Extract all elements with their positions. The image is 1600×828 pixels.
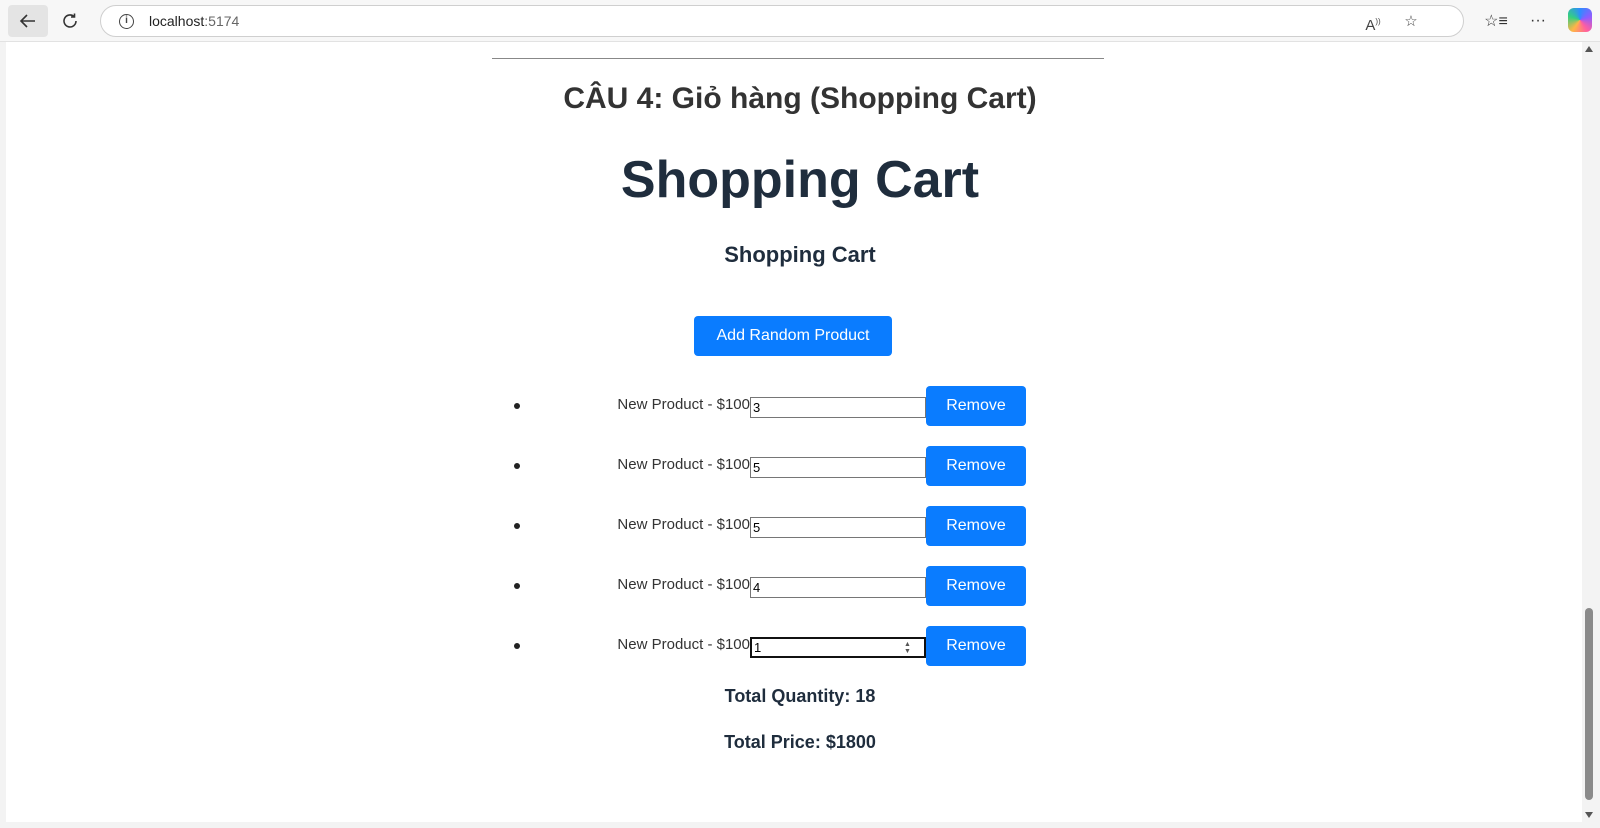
item-name: New Product - $100 [617,576,750,593]
info-icon[interactable]: i [119,14,134,29]
cart-item: New Product - $100 Remove [506,566,1046,626]
url-text: localhost:5174 [149,13,240,29]
scroll-up-icon[interactable] [1585,46,1593,52]
remove-button[interactable]: Remove [926,386,1026,426]
refresh-icon [63,13,77,28]
cart-list: New Product - $100 Remove New Product - … [506,386,1046,686]
divider [492,58,1104,59]
favorites-list-icon: ☆≡ [1484,13,1508,30]
total-price: Total Price: $1800 [724,732,876,752]
cart-item: New Product - $100 ▲▼ Remove [506,626,1046,686]
cart-item: New Product - $100 Remove [506,446,1046,506]
cart-item: New Product - $100 Remove [506,386,1046,446]
item-name: New Product - $100 [617,636,750,653]
quantity-input[interactable] [750,577,926,598]
cart-item: New Product - $100 Remove [506,506,1046,566]
back-arrow-icon [19,14,35,28]
remove-button[interactable]: Remove [926,446,1026,486]
remove-button[interactable]: Remove [926,506,1026,546]
total-quantity: Total Quantity: 18 [724,686,876,706]
favorite-star-icon[interactable]: ☆ [1399,11,1423,33]
remove-button[interactable]: Remove [926,626,1026,666]
quantity-input[interactable] [750,637,926,658]
back-button[interactable] [8,5,48,37]
scroll-thumb[interactable] [1585,608,1593,800]
quantity-input[interactable] [750,517,926,538]
cart-subtitle: Shopping Cart [724,242,876,267]
address-bar[interactable]: i localhost:5174 A)) ☆ [100,5,1464,37]
item-name: New Product - $100 [617,516,750,533]
item-name: New Product - $100 [617,396,750,413]
remove-button[interactable]: Remove [926,566,1026,606]
add-random-product-button[interactable]: Add Random Product [694,316,892,356]
scroll-down-icon[interactable] [1585,812,1593,818]
browser-toolbar: i localhost:5174 A)) ☆ ☆≡ ··· [0,0,1600,42]
refresh-button[interactable] [50,5,90,37]
quantity-input[interactable] [750,457,926,478]
more-icon: ··· [1530,12,1546,29]
favorites-list-button[interactable]: ☆≡ [1476,5,1516,37]
section-title: CÂU 4: Giỏ hàng (Shopping Cart) [563,82,1037,115]
quantity-input[interactable] [750,397,926,418]
copilot-icon[interactable] [1568,8,1592,32]
more-button[interactable]: ··· [1518,5,1558,37]
page-title: Shopping Cart [620,151,980,209]
page-scrollbar[interactable] [1582,42,1596,822]
page-viewport: CÂU 4: Giỏ hàng (Shopping Cart) Shopping… [6,42,1582,822]
read-aloud-icon[interactable]: A)) [1361,11,1385,34]
item-name: New Product - $100 [617,456,750,473]
